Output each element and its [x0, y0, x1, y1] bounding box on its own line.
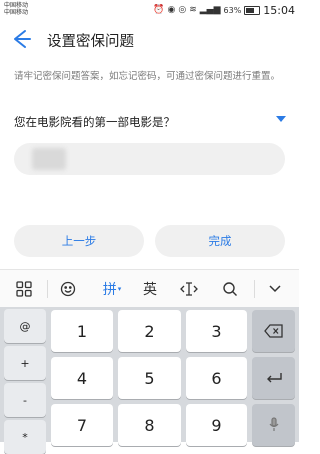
hint-text: 请牢记密保问题答案，如忘记密码，可通过密保问题进行重置。 [14, 71, 281, 82]
status-bar: 中国移动 中国移动 ⏰ ◉ ◎ ≋ ▂▄▆ 63% 15:04 [0, 0, 299, 20]
done-button[interactable]: 完成 [155, 225, 285, 257]
grid-icon[interactable] [12, 278, 36, 300]
key-4[interactable]: 4 [51, 357, 113, 399]
prev-step-button[interactable]: 上一步 [14, 225, 144, 257]
arrow-left-icon[interactable] [10, 28, 34, 52]
carrier-label-1: 中国移动 [4, 2, 29, 9]
ime-toolbar: 拼 ▾ 英 [0, 269, 299, 309]
divider [254, 280, 255, 298]
key-2[interactable]: 2 [118, 310, 181, 352]
key-1[interactable]: 1 [51, 310, 113, 352]
enter-icon[interactable] [252, 357, 295, 399]
status-icons: ⏰ ◉ ◎ ≋ ▂▄▆ 63% 15:04 [153, 3, 295, 17]
key-6[interactable]: 6 [186, 357, 247, 399]
key-asterisk[interactable]: * [4, 420, 46, 454]
app-bar: 设置密保问题 [0, 20, 299, 60]
page-title: 设置密保问题 [47, 34, 134, 50]
carrier-label-2: 中国移动 [4, 9, 29, 16]
divider [47, 280, 48, 298]
backspace-icon[interactable] [252, 310, 295, 352]
key-9[interactable]: 9 [186, 404, 247, 446]
question-select[interactable]: 您在电影院看的第一部电影是？ [14, 111, 286, 129]
answer-masked-value [32, 148, 66, 170]
eye-icon: ◎ [178, 5, 187, 15]
english-mode-tab[interactable]: 英 [138, 278, 162, 300]
wifi-icon: ≋ [189, 5, 197, 15]
wechat-icon: ◉ [167, 5, 176, 15]
key-plus[interactable]: + [4, 346, 46, 380]
caret-down-icon[interactable] [276, 116, 286, 122]
battery-icon [244, 5, 261, 15]
answer-input[interactable] [14, 143, 285, 175]
search-icon[interactable] [219, 278, 241, 300]
question-label: 您在电影院看的第一部电影是？ [14, 115, 175, 129]
key-3[interactable]: 3 [186, 310, 247, 352]
key-5[interactable]: 5 [118, 357, 181, 399]
battery-percent: 63% [223, 5, 242, 15]
key-at[interactable]: @ [4, 309, 46, 343]
key-8[interactable]: 8 [118, 404, 181, 446]
mic-icon[interactable] [252, 404, 295, 446]
clock: 15:04 [263, 3, 295, 17]
signal-icon: ▂▄▆ [199, 5, 221, 15]
cursor-icon[interactable] [177, 278, 201, 300]
caret-down-icon: ▾ [117, 285, 122, 293]
emoji-icon[interactable] [57, 278, 79, 300]
key-7[interactable]: 7 [51, 404, 113, 446]
alarm-icon: ⏰ [153, 5, 165, 15]
numeric-keyboard: @ + - * 1 2 3 4 5 6 7 8 9 [0, 307, 299, 454]
pinyin-label: 拼 [102, 282, 117, 298]
chevron-down-icon[interactable] [263, 278, 287, 300]
key-minus[interactable]: - [4, 383, 46, 417]
pinyin-mode-tab[interactable]: 拼 ▾ [98, 278, 126, 300]
